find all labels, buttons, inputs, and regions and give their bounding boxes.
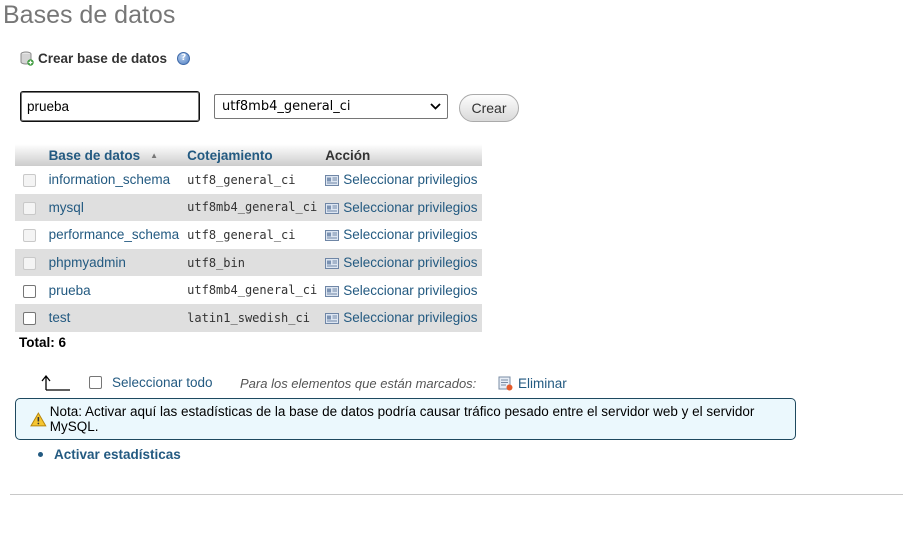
table-row: test latin1_swedish_ci Seleccionar privile… bbox=[15, 303, 482, 332]
row-checkbox-cell bbox=[15, 193, 45, 222]
marked-items-label: Para los elementos que están marcados: bbox=[240, 376, 477, 391]
select-all[interactable]: Seleccionar todo bbox=[89, 375, 213, 390]
header-database-name[interactable]: Base de datos ▲ bbox=[44, 144, 184, 166]
page-title: Bases de datos bbox=[3, 1, 176, 29]
privileges-label: Seleccionar privilegios bbox=[343, 227, 478, 243]
row-checkbox-cell bbox=[15, 276, 45, 304]
notice-box: Nota: Activar aquí las estadísticas de l… bbox=[15, 398, 796, 440]
select-all-checkbox[interactable] bbox=[89, 376, 102, 389]
row-checkbox bbox=[23, 174, 37, 188]
privileges-icon bbox=[325, 285, 340, 297]
privileges-label: Seleccionar privilegios bbox=[343, 310, 478, 326]
database-name-link[interactable]: performance_schema bbox=[44, 221, 184, 249]
database-add-icon bbox=[20, 51, 34, 66]
collation-cell: utf8mb4_general_ci bbox=[183, 193, 322, 222]
privileges-link[interactable]: Seleccionar privilegios bbox=[321, 221, 482, 249]
table-row: mysql utf8mb4_general_ci Seleccionar privi… bbox=[15, 193, 482, 222]
table-row: phpmyadmin utf8_bin Seleccionar privilegio… bbox=[15, 248, 482, 277]
privileges-label: Seleccionar privilegios bbox=[343, 255, 478, 271]
row-checkbox-cell bbox=[15, 166, 45, 194]
delete-icon bbox=[498, 376, 513, 391]
row-checkbox bbox=[23, 201, 37, 215]
row-checkbox-cell bbox=[15, 221, 45, 249]
privileges-icon bbox=[325, 313, 340, 325]
privileges-link[interactable]: Seleccionar privilegios bbox=[321, 276, 482, 304]
database-name-link[interactable]: information_schema bbox=[44, 166, 184, 194]
row-checkbox-cell bbox=[15, 303, 45, 332]
collation-cell: utf8_general_ci bbox=[183, 166, 322, 194]
bullet bbox=[38, 452, 43, 457]
privileges-icon bbox=[325, 202, 340, 214]
databases-table: Base de datos ▲ Cotejamiento Acción infor… bbox=[15, 144, 482, 332]
privileges-icon bbox=[325, 258, 340, 270]
sort-ascending-icon: ▲ bbox=[150, 151, 159, 161]
privileges-link[interactable]: Seleccionar privilegios bbox=[321, 248, 482, 277]
delete-label: Eliminar bbox=[518, 376, 567, 391]
table-header-row: Base de datos ▲ Cotejamiento Acción bbox=[15, 144, 482, 166]
create-database-heading: Crear base de datos ? bbox=[20, 51, 191, 66]
collation-cell: utf8mb4_general_ci bbox=[183, 276, 322, 304]
database-name-input[interactable] bbox=[20, 91, 200, 122]
chevron-down-icon bbox=[430, 103, 441, 110]
header-action: Acción bbox=[321, 144, 482, 166]
privileges-icon bbox=[325, 230, 340, 242]
collation-cell: utf8_bin bbox=[183, 248, 322, 277]
header-database-label: Base de datos bbox=[48, 147, 141, 163]
enable-statistics-link[interactable]: Activar estadísticas bbox=[54, 447, 181, 462]
collation-select[interactable]: utf8mb4_general_ci bbox=[214, 94, 448, 119]
collation-cell: latin1_swedish_ci bbox=[183, 303, 322, 332]
privileges-link[interactable]: Seleccionar privilegios bbox=[321, 303, 482, 332]
database-name-link[interactable]: phpmyadmin bbox=[44, 248, 184, 277]
create-database-label: Crear base de datos bbox=[38, 51, 168, 66]
privileges-icon bbox=[325, 175, 340, 187]
database-name-link[interactable]: mysql bbox=[44, 193, 184, 222]
row-checkbox-cell bbox=[15, 248, 45, 277]
collation-cell: utf8_general_ci bbox=[183, 221, 322, 249]
warning-icon bbox=[30, 411, 47, 426]
select-all-label[interactable]: Seleccionar todo bbox=[112, 375, 213, 390]
database-name-link[interactable]: test bbox=[44, 303, 184, 332]
row-checkbox[interactable] bbox=[23, 284, 37, 298]
create-button[interactable]: Crear bbox=[459, 94, 519, 122]
database-name-link[interactable]: prueba bbox=[44, 276, 184, 304]
privileges-label: Seleccionar privilegios bbox=[343, 199, 478, 215]
privileges-label: Seleccionar privilegios bbox=[343, 172, 478, 188]
notice-text: Nota: Activar aquí las estadísticas de l… bbox=[49, 404, 755, 434]
row-checkbox bbox=[23, 257, 37, 271]
total-count: Total: 6 bbox=[19, 335, 66, 350]
table-row: performance_schema utf8_general_ci Selecci… bbox=[15, 221, 482, 249]
privileges-link[interactable]: Seleccionar privilegios bbox=[321, 193, 482, 222]
enable-statistics-item: Activar estadísticas bbox=[38, 447, 181, 462]
header-checkbox-cell bbox=[15, 144, 45, 166]
help-icon[interactable]: ? bbox=[177, 52, 191, 65]
row-checkbox[interactable] bbox=[23, 312, 37, 326]
collation-selected-value: utf8mb4_general_ci bbox=[222, 99, 351, 114]
table-row: prueba utf8mb4_general_ci Seleccionar priv… bbox=[15, 276, 482, 304]
header-collation[interactable]: Cotejamiento bbox=[183, 144, 322, 166]
divider bbox=[10, 494, 903, 495]
delete-button[interactable]: Eliminar bbox=[498, 376, 567, 391]
row-checkbox bbox=[23, 229, 37, 243]
privileges-link[interactable]: Seleccionar privilegios bbox=[321, 166, 482, 194]
arrow-left-up-icon bbox=[41, 374, 70, 391]
privileges-label: Seleccionar privilegios bbox=[343, 282, 478, 298]
table-row: information_schema utf8_general_ci Selecci… bbox=[15, 166, 482, 194]
